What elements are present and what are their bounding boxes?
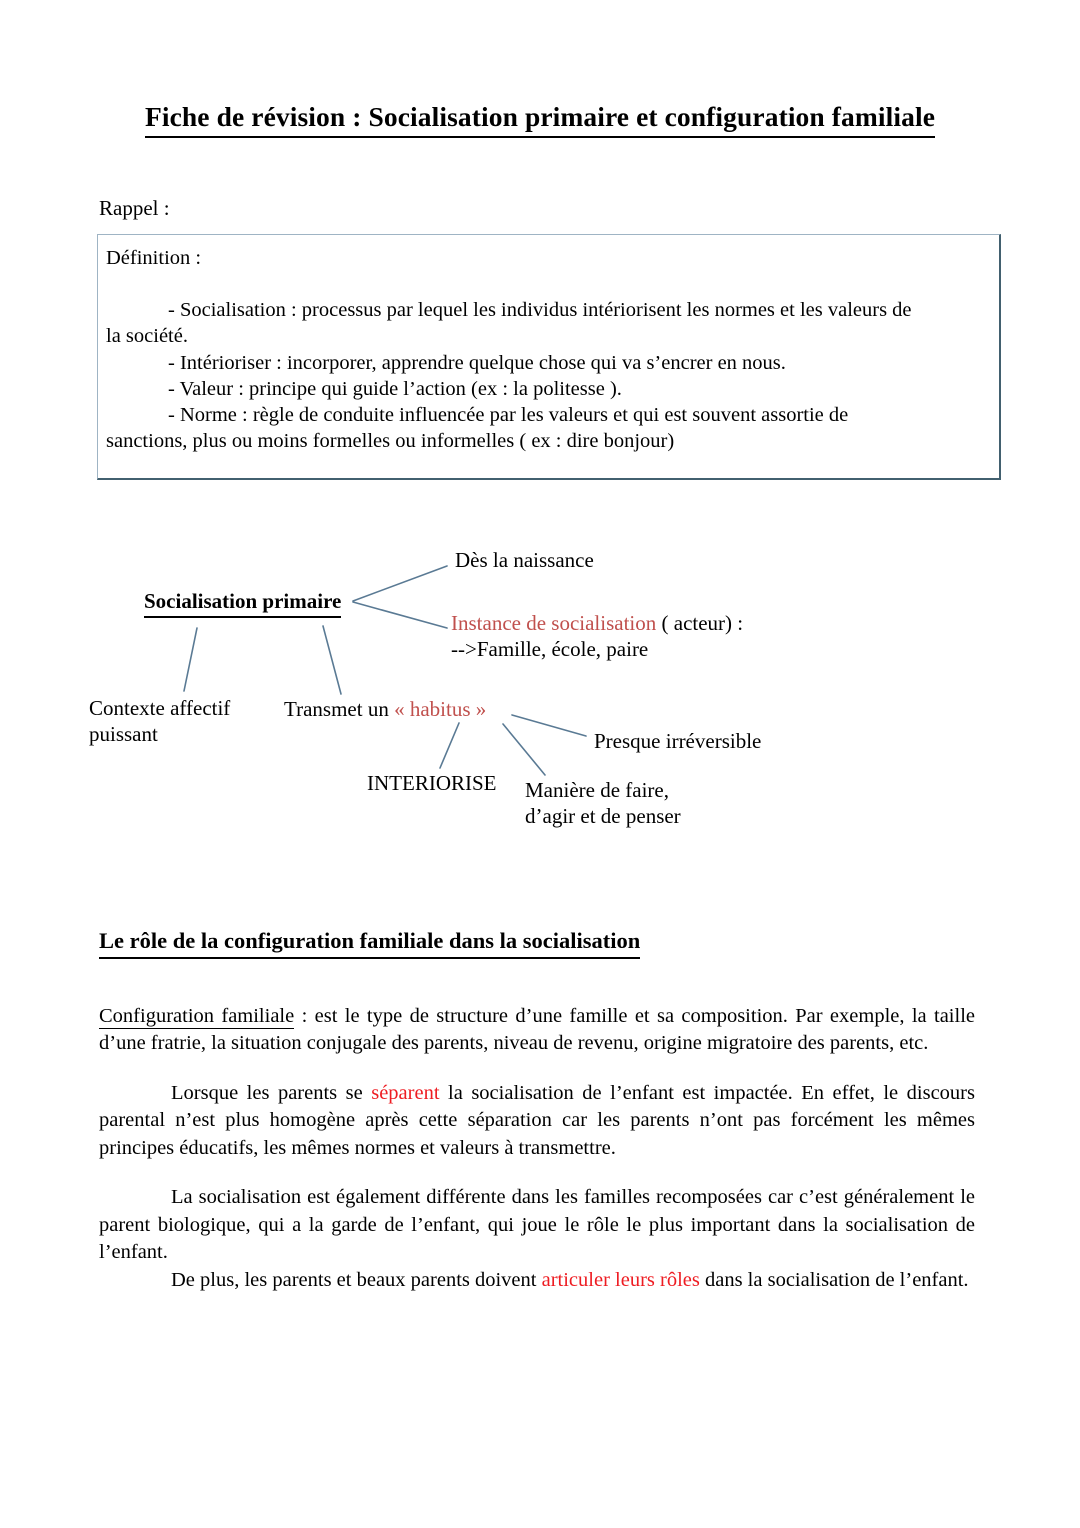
paragraph-configuration-familiale: Configuration familiale : est le type de…	[99, 1003, 975, 1058]
definition-box: Définition : - Socialisation : processus…	[97, 234, 1001, 480]
mindmap-node-maniere: Manière de faire, d’agir et de penser	[525, 778, 681, 829]
definition-item-valeur: - Valeur : principe qui guide l’action (…	[168, 377, 622, 400]
paragraph-4-part-a: De plus, les parents et beaux parents do…	[171, 1268, 542, 1291]
section-heading-text: Le rôle de la configuration familiale da…	[99, 928, 641, 959]
connector-habitus-to-interiorise	[439, 722, 460, 769]
mindmap-node-contexte: Contexte affectif puissant	[89, 696, 230, 747]
mindmap-node-instance-term: Instance de socialisation	[451, 611, 657, 635]
paragraph-2-part-a: Lorsque les parents se	[171, 1081, 372, 1104]
mindmap-node-transmet-habitus: « habitus »	[394, 697, 487, 721]
highlight-articuler-leurs-roles: articuler leurs rôles	[541, 1268, 700, 1291]
paragraph-separation: Lorsque les parents se séparent la socia…	[99, 1080, 975, 1162]
connector-center-to-instance	[352, 601, 448, 629]
paragraph-familles-recomposees: La socialisation est également différent…	[99, 1186, 975, 1264]
mindmap-node-maniere-line1: Manière de faire,	[525, 778, 669, 802]
document-page: Fiche de révision : Socialisation primai…	[0, 0, 1080, 1528]
mindmap-node-center: Socialisation primaire	[144, 589, 342, 618]
mindmap-node-contexte-line2: puissant	[89, 721, 158, 746]
connector-habitus-to-presque	[511, 714, 587, 737]
mindmap-connectors	[183, 565, 587, 776]
mindmap-node-maniere-line2: d’agir et de penser	[525, 803, 681, 828]
term-configuration-familiale: Configuration familiale	[99, 1005, 295, 1029]
page-title-text: Fiche de révision : Socialisation primai…	[144, 101, 936, 138]
connector-center-to-contexte	[183, 627, 198, 692]
definition-spacer	[106, 271, 986, 297]
mindmap-node-instance-rest: ( acteur) :	[656, 611, 744, 635]
mindmap-node-interiorise: INTERIORISE	[367, 771, 497, 795]
connector-center-to-naissance	[352, 565, 448, 602]
body-text: Configuration familiale : est le type de…	[99, 1003, 975, 1294]
mindmap-node-naissance: Dès la naissance	[455, 548, 594, 572]
definition-item-norme-cont: sanctions, plus ou moins formelles ou in…	[106, 430, 675, 453]
mindmap-node-center-text: Socialisation primaire	[144, 589, 342, 618]
page-title: Fiche de révision : Socialisation primai…	[97, 101, 983, 138]
definition-box-content: Définition : - Socialisation : processus…	[106, 245, 986, 455]
paragraph-articuler-roles: De plus, les parents et beaux parents do…	[99, 1267, 975, 1294]
definition-item-interioriser: - Intérioriser : incorporer, apprendre q…	[168, 351, 786, 374]
highlight-separent: séparent	[371, 1081, 440, 1104]
mindmap-node-instance: Instance de socialisation ( acteur) : --…	[451, 611, 743, 662]
definition-item-norme: - Norme : règle de conduite influencée p…	[168, 404, 849, 427]
definition-item-socialisation-cont: la société.	[106, 325, 188, 348]
mindmap-node-instance-examples: -->Famille, école, paire	[451, 636, 649, 661]
section-heading: Le rôle de la configuration familiale da…	[99, 928, 641, 959]
mindmap-node-transmet: Transmet un « habitus »	[284, 697, 486, 723]
rappel-label: Rappel :	[99, 196, 170, 220]
definition-item-socialisation: - Socialisation : processus par lequel l…	[168, 299, 912, 322]
paragraph-4-part-b: dans la socialisation de l’enfant.	[699, 1268, 969, 1291]
connector-center-to-transmet	[322, 625, 342, 695]
definition-heading: Définition :	[106, 247, 202, 269]
connector-habitus-to-maniere	[502, 723, 546, 776]
mindmap-node-presque-irreversible: Presque irréversible	[594, 729, 762, 753]
mindmap-node-transmet-prefix: Transmet un	[284, 697, 395, 721]
mindmap-node-contexte-line1: Contexte affectif	[89, 696, 231, 720]
